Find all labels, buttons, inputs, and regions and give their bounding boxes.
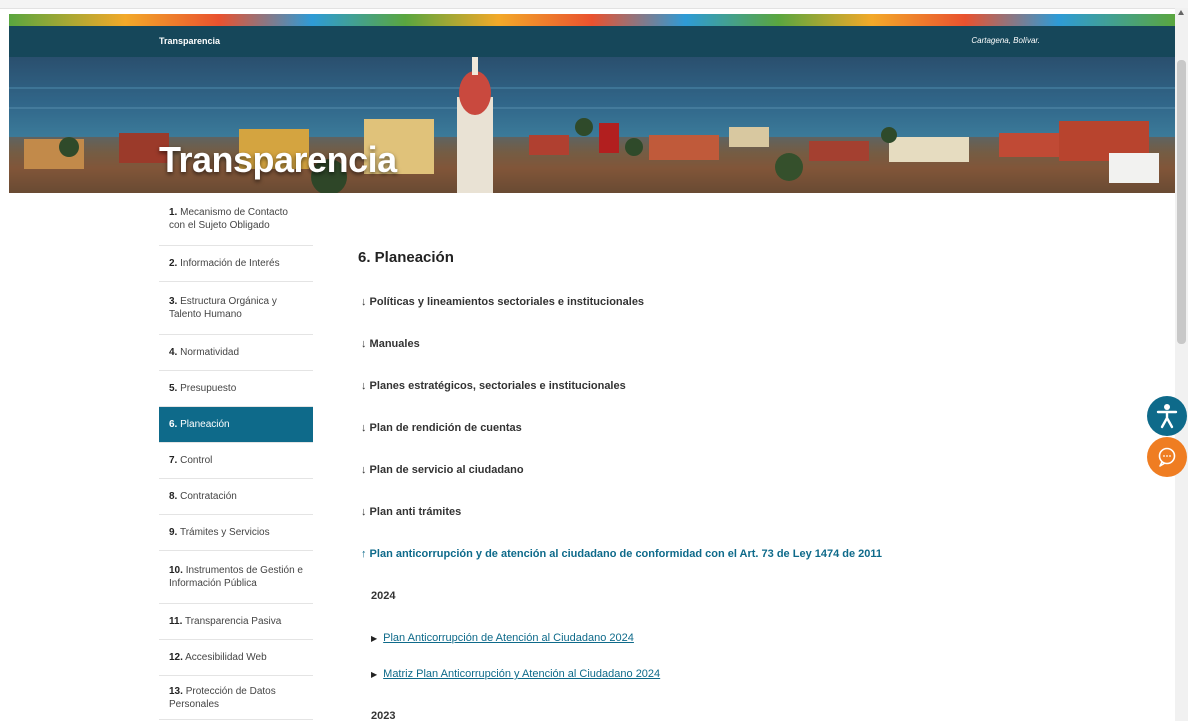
sidebar-item-number: 1. [169,207,178,218]
sidebar-item-label: Mecanismo de Contacto con el Sujeto Obli… [169,207,288,231]
accordion-anti-tramites[interactable]: ↓ Plan anti trámites [361,506,461,518]
top-bar-brand[interactable]: Transparencia [159,36,220,46]
sidebar-item-normatividad[interactable]: 4. Normatividad [159,335,313,371]
sidebar-item-number: 11. [169,616,183,627]
sidebar-item-label: Transparencia Pasiva [184,616,282,627]
sidebar-item-presupuesto[interactable]: 5. Presupuesto [159,371,313,407]
document-item: ▶ Matriz Plan Anticorrupción y Atención a… [371,668,660,680]
accessibility-button[interactable] [1147,396,1187,436]
document-link[interactable]: Plan Anticorrupción de Atención al Ciuda… [383,632,634,644]
sidebar-item-number: 3. [169,296,178,307]
sidebar-nav: 1. Mecanismo de Contacto con el Sujeto O… [159,193,313,720]
page-title: 6. Planeación [358,249,454,266]
chat-bubble-icon [1158,447,1176,467]
sidebar-item-label: Trámites y Servicios [179,527,270,538]
accordion-planes-estrategicos[interactable]: ↓ Planes estratégicos, sectoriales e ins… [361,380,626,392]
sidebar-item-label: Planeación [180,419,230,430]
caret-right-icon: ▶ [371,670,378,679]
sidebar-item-label: Información de Interés [180,258,280,269]
sidebar-item-number: 8. [169,491,178,502]
color-stripe [9,14,1175,26]
sidebar-item-label: Protección de Datos Personales [169,685,276,710]
accordion-politicas[interactable]: ↓ Políticas y lineamientos sectoriales e… [361,296,644,308]
sidebar-item-label: Accesibilidad Web [185,652,267,663]
top-bar-location: Cartagena, Bolívar. [971,36,1040,45]
accordion-manuales[interactable]: ↓ Manuales [361,338,420,350]
hero-title: Transparencia [159,139,397,180]
accordion-rendicion-cuentas[interactable]: ↓ Plan de rendición de cuentas [361,422,522,434]
sidebar-item-contacto[interactable]: 1. Mecanismo de Contacto con el Sujeto O… [159,193,313,246]
sidebar-item-control[interactable]: 7. Control [159,443,313,479]
accordion-servicio-ciudadano[interactable]: ↓ Plan de servicio al ciudadano [361,464,524,476]
sidebar-item-label: Normatividad [180,347,240,358]
sidebar-item-number: 13. [169,685,183,697]
sidebar-item-proteccion-datos[interactable]: 13. Protección de Datos Personales [159,676,313,720]
caret-right-icon: ▶ [371,634,378,643]
year-heading-2023: 2023 [371,710,396,722]
browser-frame-top [0,0,1188,9]
sidebar-item-number: 6. [169,419,178,430]
hero-banner: Transparencia [9,57,1175,193]
sidebar-item-transparencia-pasiva[interactable]: 11. Transparencia Pasiva [159,604,313,640]
sidebar-item-label: Presupuesto [180,383,237,394]
sidebar-item-estructura[interactable]: 3. Estructura Orgánica y Talento Humano [159,282,313,335]
sidebar-item-number: 4. [169,347,178,358]
top-bar: Transparencia Cartagena, Bolívar. [9,26,1175,57]
sidebar-item-number: 5. [169,383,178,394]
sidebar-item-planeacion[interactable]: 6. Planeación [159,407,313,443]
sidebar-item-number: 9. [169,527,178,538]
chat-button[interactable] [1147,437,1187,477]
sidebar-item-label: Estructura Orgánica y Talento Humano [169,296,277,320]
accessibility-person-icon [1156,404,1178,429]
accordion-anticorrupcion[interactable]: ↑ Plan anticorrupción y de atención al c… [361,548,882,560]
sidebar-item-number: 2. [169,258,178,269]
sidebar-item-number: 10. [169,565,183,576]
sidebar-item-tramites[interactable]: 9. Trámites y Servicios [159,515,313,551]
sidebar-item-interes[interactable]: 2. Información de Interés [159,246,313,282]
sidebar-item-contratacion[interactable]: 8. Contratación [159,479,313,515]
document-link[interactable]: Matriz Plan Anticorrupción y Atención al… [383,668,660,680]
sidebar-item-instrumentos[interactable]: 10. Instrumentos de Gestión e Informació… [159,551,313,604]
year-heading-2024: 2024 [371,590,396,602]
scroll-up-arrow-icon[interactable] [1178,10,1184,15]
sidebar-item-number: 12. [169,652,183,663]
sidebar-item-label: Contratación [180,491,237,502]
sidebar-item-label: Control [180,455,213,466]
sidebar-item-label: Instrumentos de Gestión e Información Pú… [169,565,303,589]
scrollbar-thumb[interactable] [1177,60,1186,344]
document-item: ▶ Plan Anticorrupción de Atención al Ciud… [371,632,634,644]
sidebar-item-number: 7. [169,455,178,466]
sidebar-item-accesibilidad[interactable]: 12. Accesibilidad Web [159,640,313,676]
